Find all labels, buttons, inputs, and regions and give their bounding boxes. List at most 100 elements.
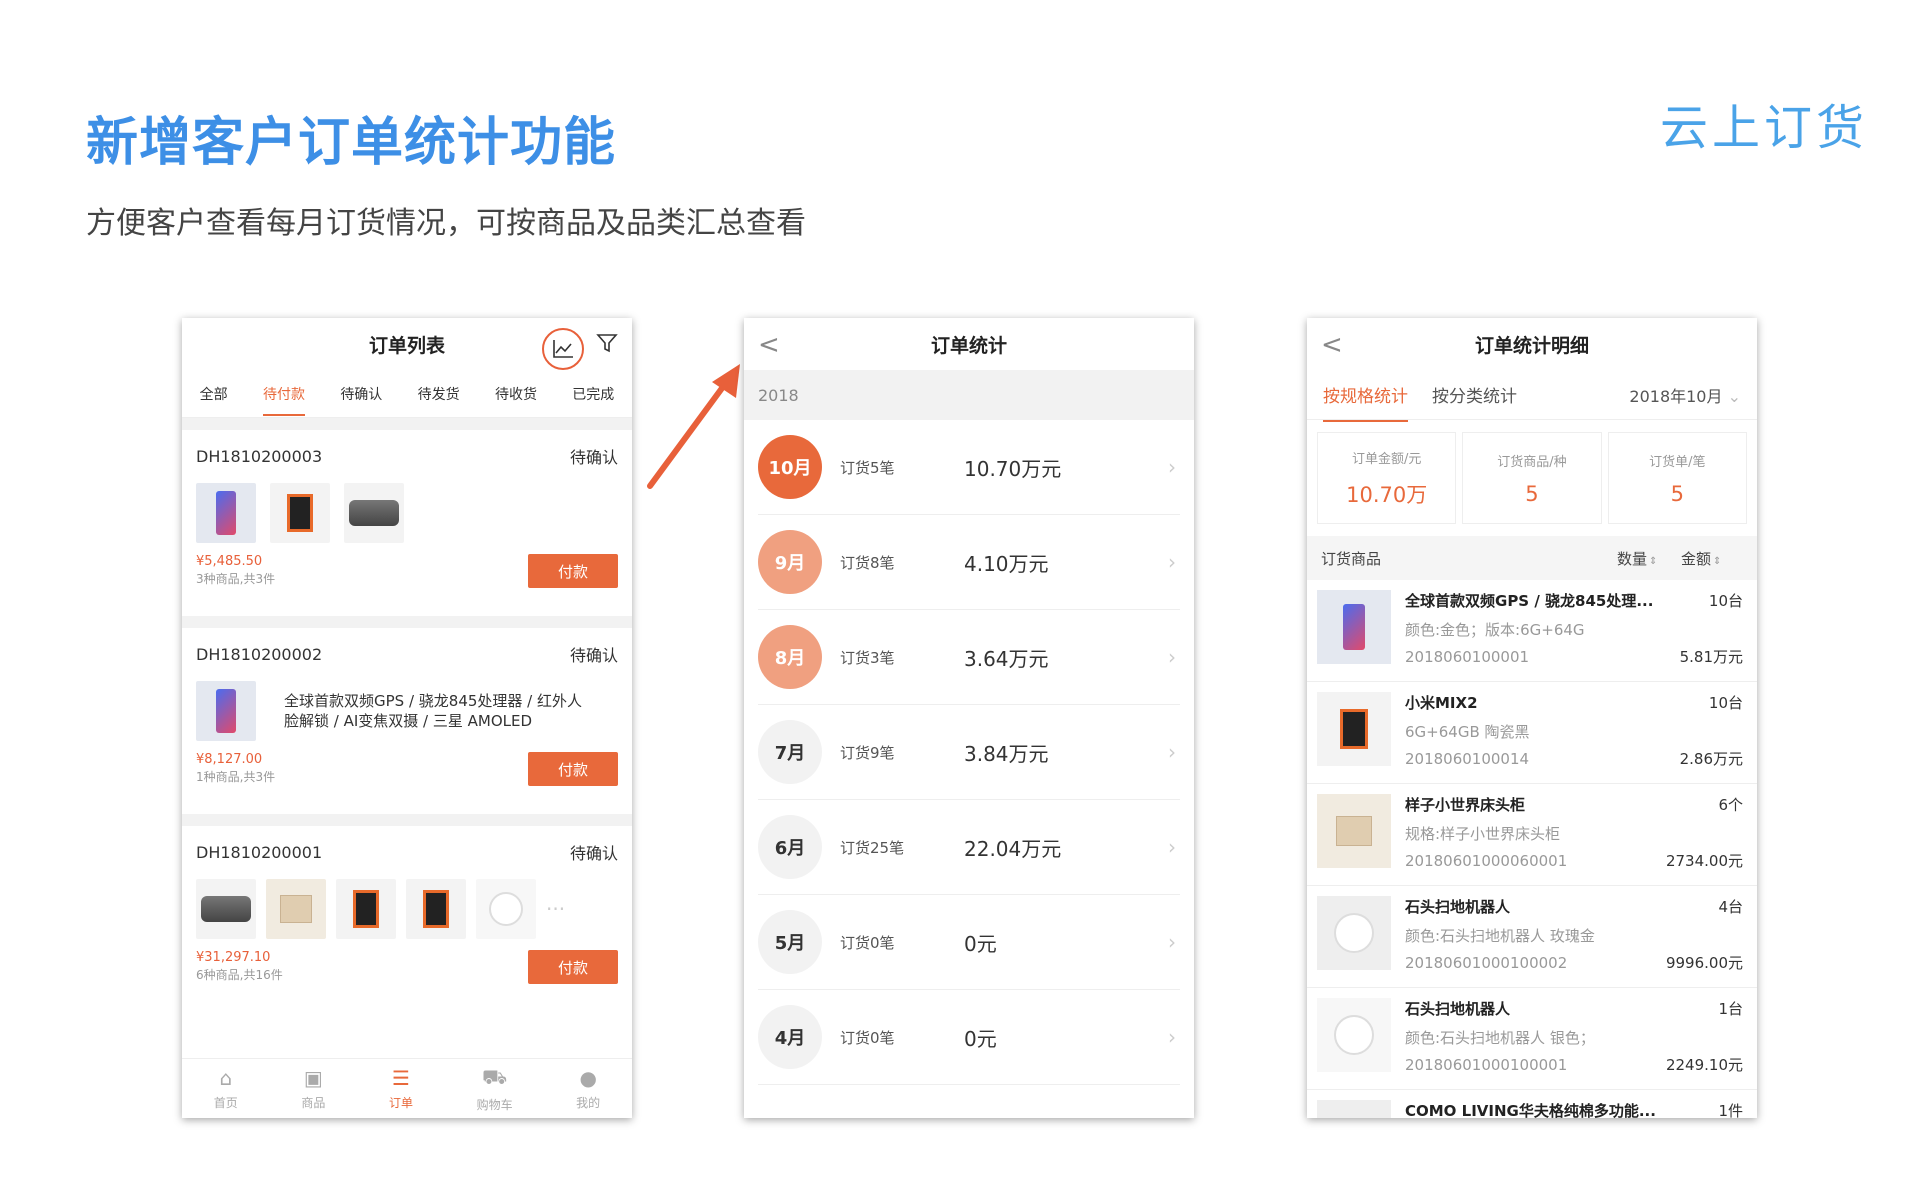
product-row[interactable]: 石头扫地机器人 颜色:石头扫地机器人 银色； 20180601000100001 1台… [1307, 988, 1757, 1090]
product-row[interactable]: COMO LIVING华夫格纯棉多功能... 1件 [1307, 1090, 1757, 1118]
order-count: 3种商品,共3件 [196, 572, 276, 586]
product-amount: 9996.00元 [1665, 954, 1743, 972]
product-name: COMO LIVING华夫格纯棉多功能... [1405, 1102, 1656, 1118]
stat-value: 10.70万 [1346, 482, 1428, 507]
month-select[interactable]: 2018年10月 ⌄ [1629, 383, 1741, 407]
month-row[interactable]: 5月 订货0笔 0元 › [758, 895, 1180, 990]
tab-pending-receive[interactable]: 待收货 [495, 384, 537, 404]
product-row[interactable]: 石头扫地机器人 颜色:石头扫地机器人 玫瑰金 20180601000100002 4台… [1307, 886, 1757, 988]
phone-product-image [1317, 590, 1391, 664]
tab-pending-confirm[interactable]: 待确认 [340, 384, 382, 404]
product-name: 石头扫地机器人 [1405, 898, 1511, 916]
month-row[interactable]: 8月 订货3笔 3.64万元 › [758, 610, 1180, 705]
tabbar-products[interactable]: ▣ 商品 [301, 1066, 325, 1111]
home-icon: ⌂ [219, 1066, 233, 1090]
month-row[interactable]: 9月 订货8笔 4.10万元 › [758, 515, 1180, 610]
chevron-right-icon: › [1168, 740, 1176, 764]
phone-product-image [196, 483, 256, 543]
sort-icon: ⇕ [1649, 555, 1658, 567]
product-amount: 5.81万元 [1679, 648, 1743, 666]
order-card[interactable]: DH1810200003 待确认 ¥5,485.50 3种商品,共3件 付款 [182, 418, 632, 616]
slide-title: 新增客户订单统计功能 [86, 113, 617, 173]
order-description: 脸解锁 / AI变焦双摄 / 三星 AMOLED [284, 712, 533, 730]
stats-type-tabs: 按规格统计 按分类统计 2018年10月 ⌄ [1307, 370, 1757, 422]
chart-icon[interactable] [542, 328, 584, 370]
order-status: 待确认 [569, 448, 618, 467]
order-card[interactable]: DH1810200002 待确认 全球首款双频GPS / 骁龙845处理器 / … [182, 616, 632, 814]
month-list: 10月 订货5笔 10.70万元 › 9月 订货8笔 4.10万元 › 8月 订货3笔 3.64万元… [744, 420, 1194, 1085]
pay-button[interactable]: 付款 [528, 752, 618, 786]
tabbar-label: 我的 [576, 1096, 601, 1110]
nav-bar: < 订单统计明细 [1307, 318, 1757, 370]
month-row[interactable]: 7月 订货9笔 3.84万元 › [758, 705, 1180, 800]
month-select-value: 2018年10月 [1629, 386, 1723, 406]
product-row[interactable]: 全球首款双频GPS / 骁龙845处理... 颜色:金色；版本:6G+64G 201… [1307, 580, 1757, 682]
stat-label: 订单金额/元 [1351, 451, 1422, 467]
product-qty: 10台 [1708, 694, 1743, 712]
pay-button[interactable]: 付款 [528, 554, 618, 588]
product-name: 小米MIX2 [1405, 694, 1478, 712]
robot-vacuum-image [1317, 998, 1391, 1072]
list-header-label: 订货商品 [1321, 549, 1382, 568]
phone-product-image [196, 681, 256, 741]
filter-icon[interactable] [596, 332, 622, 358]
month-order-count: 订货0笔 [840, 1028, 895, 1047]
stats-summary: 订单金额/元 10.70万 订货商品/种 5 订货单/笔 5 [1307, 420, 1757, 536]
stat-card: 订货商品/种 5 [1462, 432, 1602, 524]
product-spec: 颜色:石头扫地机器人 玫瑰金 [1405, 927, 1595, 945]
order-status-tabs: 全部 待付款 待确认 待发货 待收货 已完成 [182, 370, 632, 418]
bottom-tab-bar: ⌂ 首页 ▣ 商品 ☰ 订单 ⛟ 购物车 ● 我的 [182, 1058, 632, 1118]
tab-all[interactable]: 全部 [200, 384, 228, 404]
stat-label: 订货商品/种 [1497, 454, 1567, 470]
product-row[interactable]: 小米MIX2 6G+64GB 陶瓷黑 2018060100014 10台 2.86万元 [1307, 682, 1757, 784]
month-row[interactable]: 6月 订货25笔 22.04万元 › [758, 800, 1180, 895]
month-row[interactable]: 10月 订货5笔 10.70万元 › [758, 420, 1180, 515]
tabbar-label: 订单 [388, 1096, 413, 1110]
tabbar-me[interactable]: ● 我的 [576, 1066, 600, 1111]
stat-label: 订货单/笔 [1649, 454, 1706, 470]
robot-vacuum-image [1317, 896, 1391, 970]
tab-pending-payment[interactable]: 待付款 [262, 384, 305, 416]
more-icon[interactable]: ··· [546, 897, 565, 921]
stat-value: 5 [1525, 481, 1539, 506]
tab-by-spec[interactable]: 按规格统计 [1323, 382, 1408, 422]
month-amount: 0元 [964, 1026, 997, 1051]
sort-qty-button[interactable]: 数量 ⇕ [1617, 548, 1657, 569]
tab-by-category[interactable]: 按分类统计 [1432, 382, 1517, 407]
month-badge: 10月 [758, 435, 822, 499]
chevron-right-icon: › [1168, 550, 1176, 574]
month-row[interactable]: 4月 订货0笔 0元 › [758, 990, 1180, 1085]
back-icon[interactable]: < [758, 330, 780, 360]
stat-card: 订货单/笔 5 [1607, 432, 1747, 524]
tabbar-cart[interactable]: ⛟ 购物车 [477, 1065, 513, 1113]
month-amount: 4.10万元 [964, 551, 1049, 576]
month-amount: 0元 [964, 931, 997, 956]
month-amount: 3.84万元 [964, 741, 1049, 766]
bag-icon: ▣ [303, 1066, 323, 1090]
phone-product-image [336, 879, 396, 939]
sort-amount-button[interactable]: 金额 ⇕ [1681, 548, 1721, 569]
cabinet-product-image [266, 879, 326, 939]
order-id: DH1810200001 [196, 842, 323, 862]
product-name: 石头扫地机器人 [1405, 1000, 1511, 1018]
month-badge: 8月 [758, 625, 822, 689]
month-amount: 3.64万元 [964, 646, 1049, 671]
chevron-right-icon: › [1168, 645, 1176, 669]
cart-icon: ⛟ [481, 1064, 508, 1089]
pay-button[interactable]: 付款 [528, 950, 618, 984]
tabbar-home[interactable]: ⌂ 首页 [214, 1066, 238, 1111]
tabbar-orders[interactable]: ☰ 订单 [389, 1066, 413, 1111]
product-image [1317, 1100, 1391, 1118]
month-badge: 5月 [758, 910, 822, 974]
product-qty: 1台 [1718, 1000, 1743, 1018]
page-title: 订单统计明细 [1474, 334, 1589, 357]
month-order-count: 订货8笔 [840, 553, 895, 572]
product-row[interactable]: 样子小世界床头柜 规格:样子小世界床头柜 20180601000060001 6个 27… [1307, 784, 1757, 886]
back-icon[interactable]: < [1321, 330, 1343, 360]
tab-completed[interactable]: 已完成 [572, 384, 614, 404]
chevron-right-icon: › [1168, 835, 1176, 859]
order-card[interactable]: DH1810200001 待确认 ··· ¥31,297.10 6种商品,共16… [182, 814, 632, 1012]
tab-pending-ship[interactable]: 待发货 [418, 384, 460, 404]
sort-label: 金额 [1681, 549, 1712, 568]
highlight-arrow-icon [647, 364, 740, 489]
